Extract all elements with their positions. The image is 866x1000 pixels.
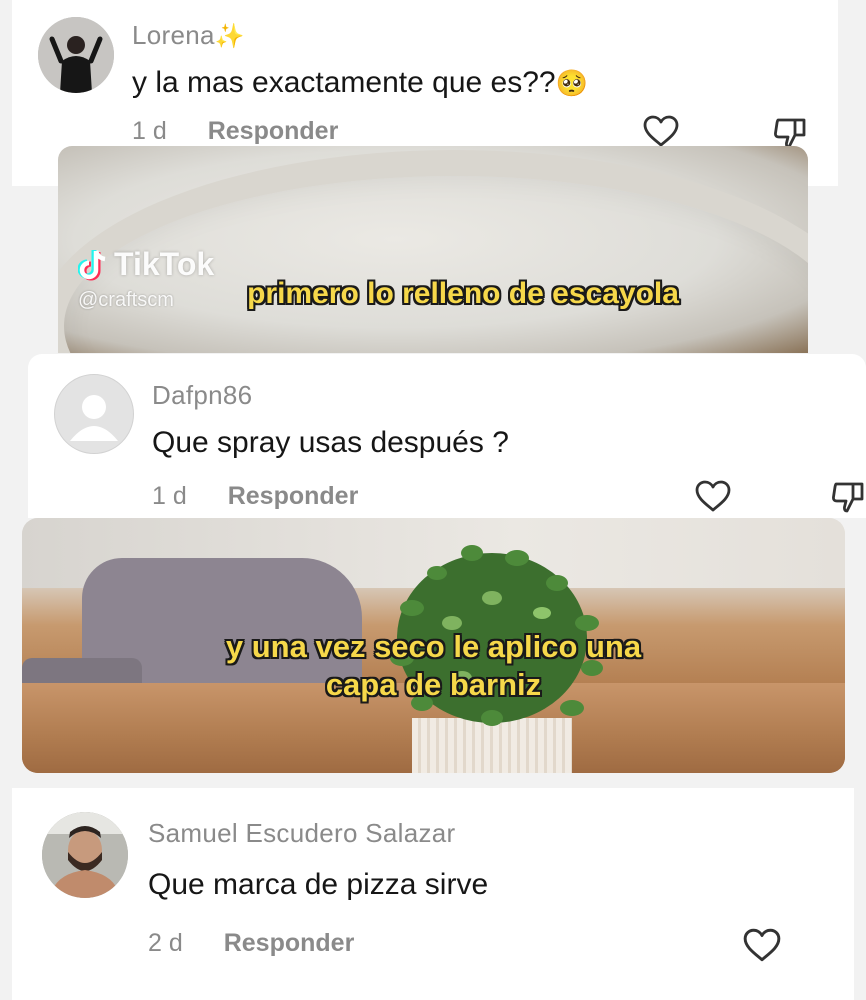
default-user-icon <box>70 395 118 441</box>
caption-line: capa de barniz <box>325 667 542 702</box>
reply-button[interactable]: Responder <box>228 482 359 510</box>
avatar-photo <box>38 17 114 93</box>
caption-line: primero lo relleno de escayola <box>247 277 679 310</box>
avatar[interactable] <box>42 812 128 898</box>
reply-button[interactable]: Responder <box>224 929 355 957</box>
comment-body: y la mas exactamente que es?? <box>132 66 556 99</box>
comment-card-dafpn86: Dafpn86 Que spray usas después ? 1 d Res… <box>28 354 866 518</box>
avatar-photo <box>42 812 128 898</box>
sparkles-emoji: ✨ <box>214 23 245 50</box>
comment-time: 1 d <box>152 482 187 510</box>
heart-icon[interactable] <box>642 114 680 148</box>
comment-meta: 2 d Responder <box>148 929 354 958</box>
video-thumbnail[interactable]: y una vez seco le aplico una capa de bar… <box>22 518 845 773</box>
username-text: Lorena <box>132 20 215 50</box>
thumbs-down-icon[interactable] <box>830 480 866 514</box>
comment-username[interactable]: Lorena✨ <box>132 20 245 51</box>
comment-card-samuel: Samuel Escudero Salazar Que marca de piz… <box>12 788 854 1000</box>
heart-icon[interactable] <box>742 927 782 963</box>
comment-text: Que marca de pizza sirve <box>148 868 489 901</box>
caption-line: y una vez seco le aplico una <box>225 629 642 664</box>
comment-text: Que spray usas después ? <box>152 426 509 459</box>
avatar[interactable] <box>38 17 114 93</box>
comment-meta: 1 d Responder <box>152 482 358 511</box>
comment-text: y la mas exactamente que es??🥺 <box>132 66 588 100</box>
pleading-face-emoji: 🥺 <box>555 68 588 98</box>
comment-time: 2 d <box>148 929 183 957</box>
thumbs-down-icon[interactable] <box>772 116 808 150</box>
comment-username[interactable]: Samuel Escudero Salazar <box>148 818 456 849</box>
heart-icon[interactable] <box>694 479 732 513</box>
comment-time: 1 d <box>132 117 167 145</box>
video-caption: y una vez seco le aplico una capa de bar… <box>22 628 845 704</box>
reply-button[interactable]: Responder <box>208 117 339 145</box>
comment-meta: 1 d Responder <box>132 117 338 146</box>
comment-username[interactable]: Dafpn86 <box>152 380 252 411</box>
video-thumbnail[interactable]: TikTok @craftscm primero lo relleno de e… <box>58 146 808 353</box>
avatar-placeholder[interactable] <box>54 374 134 454</box>
video-caption: primero lo relleno de escayola <box>58 277 808 311</box>
